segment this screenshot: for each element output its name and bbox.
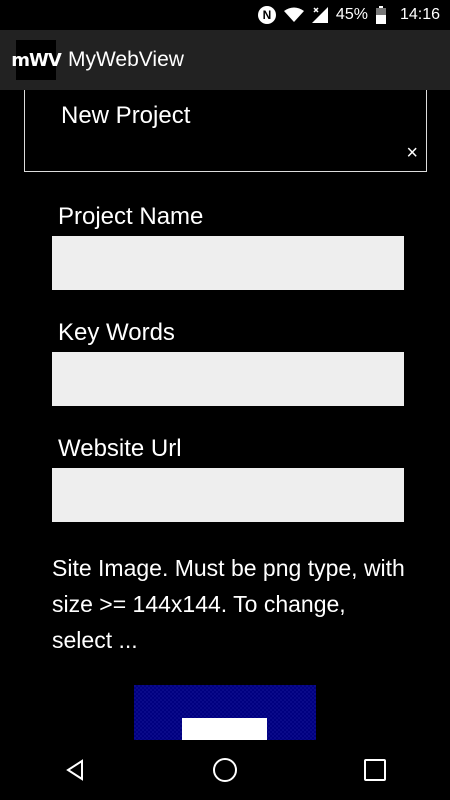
signal-icon: [311, 7, 328, 23]
status-time: 14:16: [399, 6, 440, 23]
recents-icon[interactable]: [364, 759, 387, 781]
project-tab[interactable]: New Project ×: [24, 90, 427, 172]
website-url-input[interactable]: [52, 468, 404, 522]
battery-icon: [375, 6, 386, 24]
app-logo: mWV: [11, 40, 62, 80]
battery-percent: 45%: [335, 6, 368, 23]
wifi-icon: [283, 7, 304, 22]
key-words-label: Key Words: [58, 319, 175, 346]
site-image-inner: [182, 718, 267, 740]
status-icons: N 45% 14:16: [257, 0, 440, 30]
site-image-note: Site Image. Must be png type, with size …: [52, 555, 405, 653]
project-name-label: Project Name: [58, 203, 204, 230]
back-icon[interactable]: [64, 759, 86, 781]
status-bar: N 45% 14:16: [0, 0, 450, 30]
app-bar: mWV MyWebView: [0, 30, 450, 90]
key-words-input[interactable]: [52, 352, 404, 406]
home-icon[interactable]: [212, 758, 237, 782]
close-icon[interactable]: ×: [406, 142, 418, 165]
website-url-label: Website Url: [58, 435, 182, 462]
project-name-input[interactable]: [52, 236, 404, 290]
nav-bar: [0, 740, 450, 800]
nfc-icon: N: [257, 6, 276, 24]
app-title: MyWebView: [68, 48, 184, 71]
tab-title: New Project: [61, 102, 191, 129]
site-image-preview[interactable]: [134, 685, 316, 740]
